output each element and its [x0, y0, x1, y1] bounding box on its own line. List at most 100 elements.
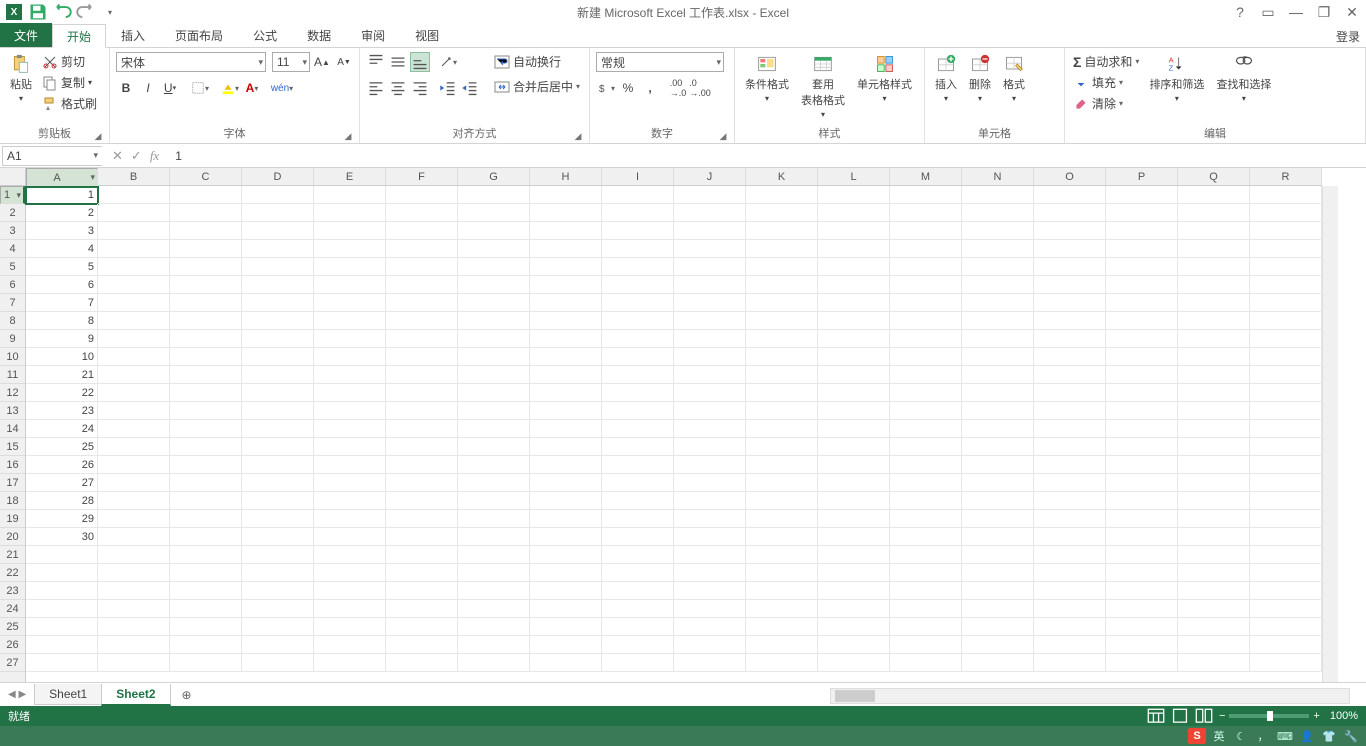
cell[interactable]	[242, 294, 314, 312]
delete-cells-button[interactable]: 删除▾	[965, 52, 995, 105]
cell[interactable]	[1178, 420, 1250, 438]
cell[interactable]	[386, 330, 458, 348]
cell[interactable]	[1034, 186, 1106, 204]
cell[interactable]	[458, 222, 530, 240]
cell[interactable]	[1178, 618, 1250, 636]
cell[interactable]	[746, 330, 818, 348]
sort-filter-button[interactable]: AZ排序和筛选▾	[1145, 52, 1208, 105]
cell[interactable]: 9	[26, 330, 98, 348]
cell[interactable]	[602, 402, 674, 420]
cell[interactable]	[242, 510, 314, 528]
column-header[interactable]: Q	[1178, 168, 1250, 185]
align-top-icon[interactable]	[366, 52, 386, 72]
cell[interactable]	[674, 510, 746, 528]
cell[interactable]	[98, 222, 170, 240]
cut-button[interactable]: 剪切	[40, 52, 99, 71]
cell[interactable]	[1034, 258, 1106, 276]
cell[interactable]	[458, 510, 530, 528]
cell[interactable]	[98, 312, 170, 330]
border-icon[interactable]	[190, 78, 210, 98]
cell[interactable]	[746, 204, 818, 222]
cell[interactable]	[170, 276, 242, 294]
cell[interactable]	[1034, 474, 1106, 492]
cell[interactable]	[1106, 600, 1178, 618]
cell[interactable]	[458, 654, 530, 672]
cell[interactable]	[1034, 294, 1106, 312]
tab-formulas[interactable]: 公式	[238, 23, 292, 47]
find-select-button[interactable]: 查找和选择▾	[1212, 52, 1275, 105]
cell[interactable]	[386, 366, 458, 384]
cell[interactable]	[314, 600, 386, 618]
cell[interactable]	[602, 636, 674, 654]
cell[interactable]	[674, 186, 746, 204]
cell[interactable]	[386, 222, 458, 240]
cell[interactable]	[98, 492, 170, 510]
cell[interactable]	[962, 186, 1034, 204]
cell[interactable]	[1250, 402, 1322, 420]
cell[interactable]	[1106, 456, 1178, 474]
fx-icon[interactable]: fx	[150, 148, 159, 164]
cell[interactable]	[170, 258, 242, 276]
cell[interactable]	[962, 222, 1034, 240]
cell[interactable]	[1250, 492, 1322, 510]
cell[interactable]	[26, 654, 98, 672]
ribbon-toggle-icon[interactable]: ▭	[1258, 4, 1278, 21]
tray-comma-icon[interactable]: ，	[1254, 728, 1272, 744]
cell[interactable]	[1034, 384, 1106, 402]
cell[interactable]: 1	[26, 186, 98, 204]
insert-cells-button[interactable]: 插入▾	[931, 52, 961, 105]
cell[interactable]	[1250, 510, 1322, 528]
cell[interactable]	[458, 384, 530, 402]
cell[interactable]	[98, 330, 170, 348]
cell[interactable]	[314, 420, 386, 438]
cell[interactable]	[962, 654, 1034, 672]
row-header[interactable]: 23	[0, 582, 25, 600]
qat-customize-icon[interactable]	[100, 2, 120, 22]
cell[interactable]	[1250, 384, 1322, 402]
cell[interactable]	[242, 330, 314, 348]
cell[interactable]	[458, 258, 530, 276]
cell[interactable]	[386, 510, 458, 528]
cell[interactable]	[746, 564, 818, 582]
cell[interactable]	[1034, 528, 1106, 546]
cell[interactable]	[530, 222, 602, 240]
column-header[interactable]: R	[1250, 168, 1322, 185]
cell[interactable]	[314, 492, 386, 510]
cell[interactable]	[746, 474, 818, 492]
cell[interactable]	[1106, 276, 1178, 294]
cell[interactable]	[818, 384, 890, 402]
cell[interactable]	[458, 438, 530, 456]
cell[interactable]	[458, 294, 530, 312]
clipboard-launcher-icon[interactable]: ◢	[93, 131, 103, 141]
cell[interactable]: 25	[26, 438, 98, 456]
row-header[interactable]: 17	[0, 474, 25, 492]
row-header[interactable]: 9	[0, 330, 25, 348]
cell[interactable]	[458, 420, 530, 438]
increase-indent-icon[interactable]	[460, 78, 480, 98]
tray-wrench-icon[interactable]: 🔧	[1342, 728, 1360, 744]
cell[interactable]	[602, 348, 674, 366]
cell[interactable]: 26	[26, 456, 98, 474]
cell[interactable]	[818, 456, 890, 474]
cell[interactable]	[530, 330, 602, 348]
cell[interactable]	[962, 564, 1034, 582]
cell[interactable]	[170, 492, 242, 510]
cell[interactable]	[1034, 636, 1106, 654]
cell[interactable]	[1250, 654, 1322, 672]
cell[interactable]	[746, 492, 818, 510]
cell[interactable]	[98, 186, 170, 204]
tray-moon-icon[interactable]: ☾	[1232, 728, 1250, 744]
cell[interactable]	[818, 528, 890, 546]
cell[interactable]	[242, 438, 314, 456]
row-header[interactable]: 2	[0, 204, 25, 222]
cell[interactable]	[674, 474, 746, 492]
cell[interactable]	[530, 384, 602, 402]
cell[interactable]	[458, 348, 530, 366]
cell[interactable]	[386, 474, 458, 492]
cell[interactable]	[962, 384, 1034, 402]
cell[interactable]	[818, 222, 890, 240]
cell[interactable]	[1106, 438, 1178, 456]
page-break-view-icon[interactable]	[1195, 709, 1213, 723]
save-icon[interactable]	[28, 2, 48, 22]
cell[interactable]	[242, 222, 314, 240]
